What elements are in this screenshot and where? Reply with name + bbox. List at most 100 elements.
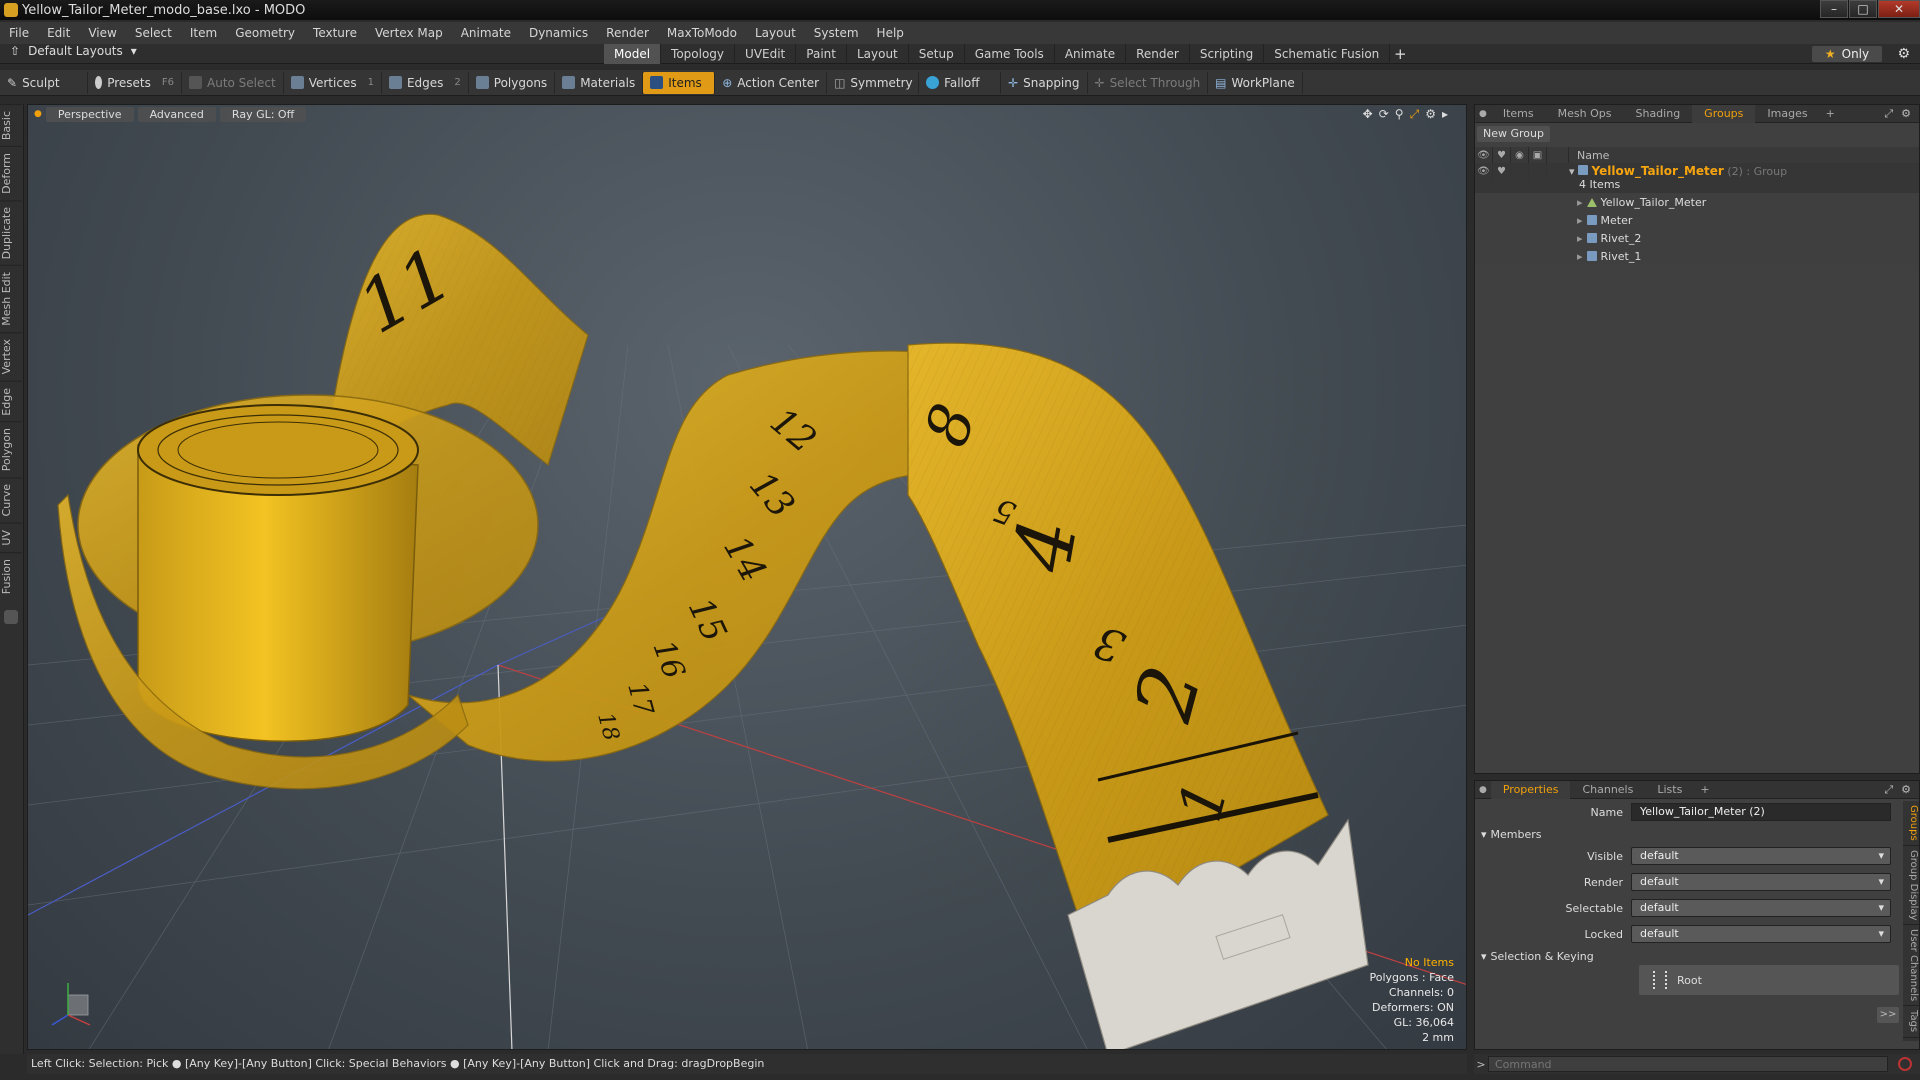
- root-button[interactable]: Root: [1639, 965, 1899, 995]
- presets-button[interactable]: Presets F6: [88, 71, 182, 94]
- side-tab-groups[interactable]: Groups: [1903, 801, 1919, 846]
- expand-icon[interactable]: ▸: [1577, 214, 1583, 227]
- members-section[interactable]: ▾ Members: [1475, 825, 1919, 843]
- tab-channels[interactable]: Channels: [1570, 781, 1645, 799]
- tab-fusion[interactable]: Fusion: [0, 551, 22, 600]
- tab-uvedit[interactable]: UVEdit: [735, 44, 797, 64]
- tab-game-tools[interactable]: Game Tools: [965, 44, 1055, 64]
- tab-layout[interactable]: Layout: [847, 44, 909, 64]
- tab-items[interactable]: Items: [1491, 105, 1546, 123]
- panel-gear-icon[interactable]: ⚙: [1901, 783, 1911, 797]
- 3d-viewport[interactable]: ● Perspective Advanced Ray GL: Off ✥ ⟳ ⚲…: [27, 104, 1467, 1050]
- list-item[interactable]: ▸ Rivet_1: [1475, 247, 1919, 265]
- only-button[interactable]: ★ Only: [1812, 46, 1882, 62]
- snapping-button[interactable]: ✛ Snapping: [1001, 71, 1088, 94]
- raygl-button[interactable]: Ray GL: Off: [219, 106, 307, 122]
- group-visible-icon[interactable]: 👁: [1475, 163, 1493, 179]
- select-through-button[interactable]: ✛ Select Through: [1088, 71, 1209, 94]
- menu-select[interactable]: Select: [126, 22, 181, 44]
- menu-animate[interactable]: Animate: [452, 22, 520, 44]
- menu-system[interactable]: System: [805, 22, 868, 44]
- menu-texture[interactable]: Texture: [304, 22, 366, 44]
- action-center-button[interactable]: ⊕ Action Center: [715, 71, 828, 94]
- polygons-button[interactable]: Polygons: [469, 71, 556, 94]
- menu-edit[interactable]: Edit: [38, 22, 79, 44]
- tab-images[interactable]: Images: [1755, 105, 1819, 123]
- tab-deform[interactable]: Deform: [0, 146, 22, 201]
- side-tab-tags[interactable]: Tags: [1903, 1006, 1919, 1038]
- group-row[interactable]: 👁 ♥ ▾ Yellow_Tailor_Meter (2) : Group 4 …: [1475, 163, 1919, 193]
- select-col-icon[interactable]: ◉: [1511, 147, 1529, 163]
- add-panel-tab-icon[interactable]: +: [1694, 783, 1715, 796]
- render-col-icon[interactable]: ♥: [1493, 147, 1511, 163]
- panel-expand-icon[interactable]: ⤢: [1884, 783, 1893, 797]
- panel-expand-icon[interactable]: ⤢: [1884, 107, 1893, 121]
- command-input[interactable]: [1488, 1056, 1888, 1072]
- menu-render[interactable]: Render: [597, 22, 658, 44]
- panel-menu-icon[interactable]: ●: [1475, 109, 1491, 119]
- visible-select[interactable]: default: [1631, 847, 1891, 865]
- pan-icon[interactable]: ✥: [1363, 107, 1373, 122]
- lock-col-icon[interactable]: ▣: [1529, 147, 1547, 163]
- add-panel-tab-icon[interactable]: +: [1820, 107, 1841, 120]
- edges-button[interactable]: Edges 2: [382, 71, 469, 94]
- rotate-icon[interactable]: ⟳: [1379, 107, 1389, 122]
- tab-model[interactable]: Model: [604, 44, 662, 64]
- menu-dynamics[interactable]: Dynamics: [520, 22, 597, 44]
- auto-select-button[interactable]: Auto Select: [182, 71, 284, 94]
- new-group-button[interactable]: New Group: [1477, 126, 1550, 142]
- list-item[interactable]: ▸ Rivet_2: [1475, 229, 1919, 247]
- expand-icon[interactable]: ▸: [1577, 232, 1583, 245]
- render-select[interactable]: default: [1631, 873, 1891, 891]
- tab-setup[interactable]: Setup: [909, 44, 965, 64]
- tab-uv[interactable]: UV: [0, 522, 22, 552]
- viewport-expand-icon[interactable]: ▸: [1442, 107, 1448, 122]
- tab-polygon[interactable]: Polygon: [0, 421, 22, 478]
- menu-view[interactable]: View: [79, 22, 125, 44]
- side-tab-user-channels[interactable]: User Channels: [1903, 925, 1919, 1007]
- more-button[interactable]: >>: [1877, 1007, 1899, 1023]
- tab-groups[interactable]: Groups: [1692, 104, 1756, 123]
- add-layout-tab-icon[interactable]: +: [1390, 44, 1410, 64]
- menu-file[interactable]: File: [0, 22, 38, 44]
- items-button[interactable]: Items: [643, 71, 716, 94]
- menu-vertex-map[interactable]: Vertex Map: [366, 22, 452, 44]
- name-column-header[interactable]: Name: [1569, 149, 1609, 162]
- viewport-gear-icon[interactable]: ⚙: [1425, 107, 1436, 122]
- locked-select[interactable]: default: [1631, 925, 1891, 943]
- vertices-button[interactable]: Vertices 1: [284, 71, 382, 94]
- workplane-button[interactable]: ▤ WorkPlane: [1208, 71, 1303, 94]
- close-button[interactable]: ✕: [1878, 0, 1920, 18]
- sculpt-button[interactable]: ✎ Sculpt: [0, 71, 88, 94]
- tab-lists[interactable]: Lists: [1645, 781, 1694, 799]
- minimize-button[interactable]: –: [1820, 0, 1848, 18]
- viewport-menu-icon[interactable]: ●: [34, 109, 42, 119]
- tab-properties[interactable]: Properties: [1490, 780, 1571, 799]
- menu-layout[interactable]: Layout: [746, 22, 805, 44]
- shading-mode-button[interactable]: Advanced: [137, 106, 216, 122]
- tab-edge[interactable]: Edge: [0, 380, 22, 422]
- tab-topology[interactable]: Topology: [661, 44, 736, 64]
- tab-vertex[interactable]: Vertex: [0, 332, 22, 381]
- menu-maxtomodo[interactable]: MaxToModo: [658, 22, 746, 44]
- tab-duplicate[interactable]: Duplicate: [0, 200, 22, 266]
- tab-mesh-edit[interactable]: Mesh Edit: [0, 265, 22, 333]
- maximize-button[interactable]: □: [1849, 0, 1877, 18]
- zoom-icon[interactable]: ⚲: [1395, 107, 1404, 122]
- name-field[interactable]: Yellow_Tailor_Meter (2): [1631, 803, 1891, 821]
- side-tab-group-display[interactable]: Group Display: [1903, 846, 1919, 926]
- symmetry-button[interactable]: ◫ Symmetry: [827, 71, 920, 94]
- tab-scripting[interactable]: Scripting: [1190, 44, 1265, 64]
- visibility-col-icon[interactable]: 👁: [1475, 147, 1493, 163]
- menu-help[interactable]: Help: [868, 22, 913, 44]
- panel-menu-icon[interactable]: ●: [1475, 785, 1491, 795]
- menu-geometry[interactable]: Geometry: [226, 22, 304, 44]
- materials-button[interactable]: Materials: [555, 71, 644, 94]
- menu-item[interactable]: Item: [181, 22, 226, 44]
- list-item[interactable]: ▸ Yellow_Tailor_Meter: [1475, 193, 1919, 211]
- list-item[interactable]: ▸ Meter: [1475, 211, 1919, 229]
- tab-schematic-fusion[interactable]: Schematic Fusion: [1264, 44, 1391, 64]
- chevron-down-icon[interactable]: ▾: [1569, 165, 1575, 178]
- tab-shading[interactable]: Shading: [1623, 105, 1692, 123]
- expand-icon[interactable]: ▸: [1577, 250, 1583, 263]
